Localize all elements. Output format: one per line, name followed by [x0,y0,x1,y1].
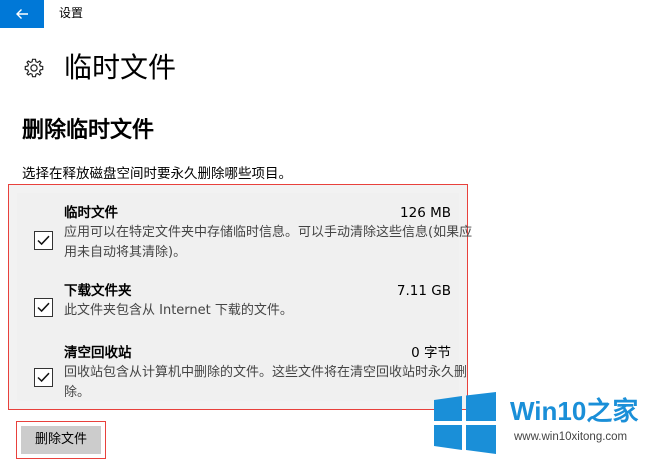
delete-files-button[interactable]: 删除文件 [21,426,101,454]
watermark-brand-name: Win10 [510,396,587,426]
item-name: 临时文件 [64,205,118,221]
watermark: Win10之家 www.win10xitong.com [432,382,662,462]
page-header: 临时文件 [22,48,176,88]
list-item-temp-files: 临时文件 126 MB 应用可以在特定文件夹中存储临时信息。可以手动清除这些信息… [17,203,472,265]
recycle-bin-checkbox[interactable] [34,368,53,387]
watermark-url: www.win10xitong.com [514,431,628,443]
item-description: 此文件夹包含从 Internet 下载的文件。 [64,303,293,318]
item-name: 清空回收站 [64,345,132,361]
checkmark-icon [37,235,50,246]
delete-button-highlight: 删除文件 [16,421,106,459]
temp-files-checkbox[interactable] [34,231,53,250]
item-name: 下载文件夹 [64,283,132,299]
list-item-downloads: 下载文件夹 7.11 GB 此文件夹包含从 Internet 下载的文件。 [17,281,459,323]
item-size: 7.11 GB [396,283,451,299]
item-size: 0 字节 [411,345,451,361]
watermark-brand: Win10之家 [510,396,638,426]
arrow-left-icon [16,9,28,19]
windows-logo-icon [434,392,496,454]
window-title: 设置 [59,6,84,20]
section-title: 删除临时文件 [22,118,155,143]
gear-icon [22,56,46,80]
title-bar: 设置 [0,0,666,28]
item-description: 回收站包含从计算机中删除的文件。这些文件将在清空回收站时永久删除。 [64,365,468,400]
section-description: 选择在释放磁盘空间时要永久删除哪些项目。 [22,166,292,182]
downloads-checkbox[interactable] [34,298,53,317]
item-size: 126 MB [400,205,451,221]
checkmark-icon [37,372,50,383]
checkmark-icon [37,302,50,313]
file-category-list: 临时文件 126 MB 应用可以在特定文件夹中存储临时信息。可以手动清除这些信息… [8,184,472,410]
file-category-panel: 临时文件 126 MB 应用可以在特定文件夹中存储临时信息。可以手动清除这些信息… [17,193,472,401]
back-button[interactable] [0,0,44,28]
watermark-brand-suffix: 之家 [586,396,639,426]
page-title: 临时文件 [64,51,177,84]
item-description: 应用可以在特定文件夹中存储临时信息。可以手动清除这些信息(如果应用未自动将其清除… [64,225,473,260]
list-item-recycle-bin: 清空回收站 0 字节 回收站包含从计算机中删除的文件。这些文件将在清空回收站时永… [17,343,467,405]
